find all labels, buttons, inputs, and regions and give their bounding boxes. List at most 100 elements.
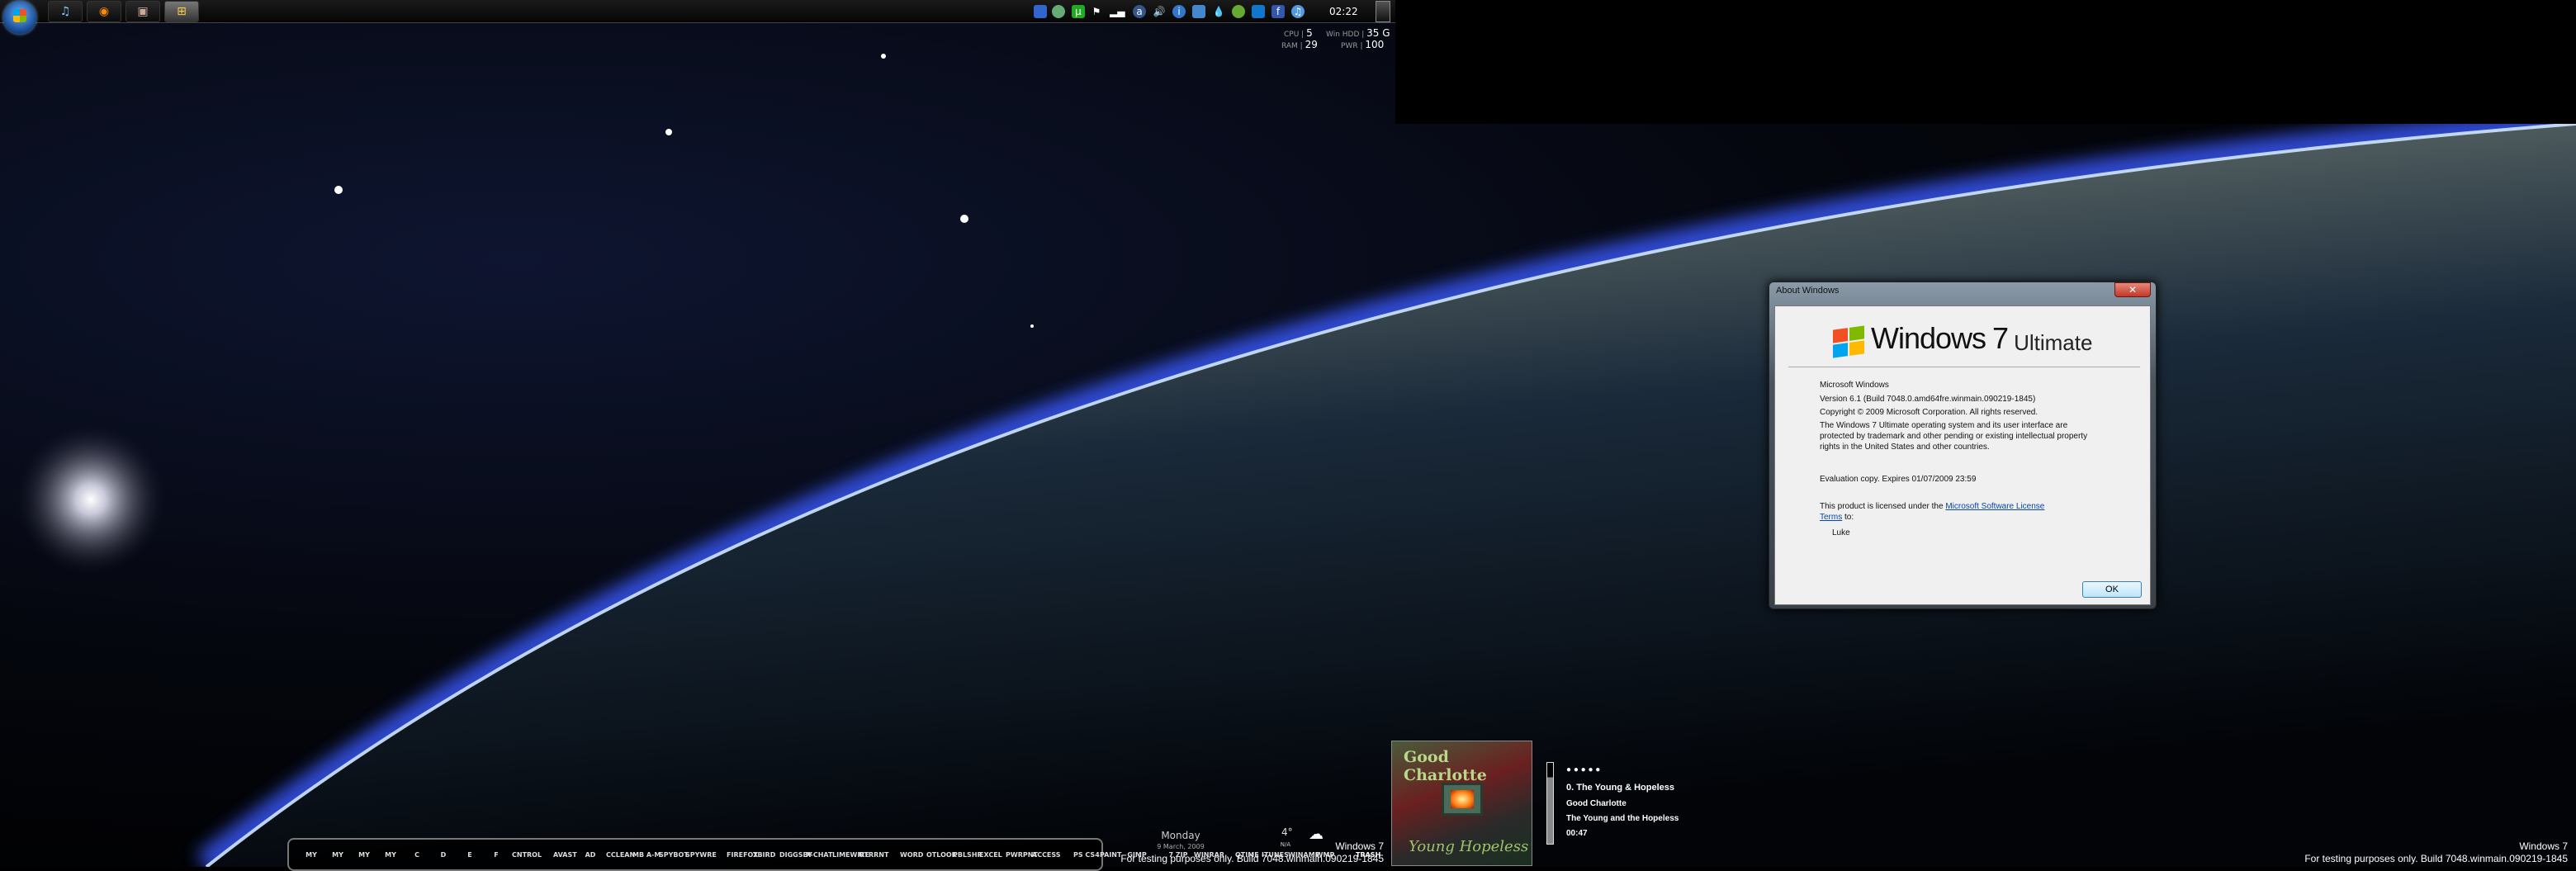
version: Version 6.1 (Build 7048.0.amd64fre.winma… [1820, 395, 2036, 404]
rating-stars[interactable]: ● ● ● ● ● [1566, 765, 1600, 774]
dock-item[interactable]: E [459, 851, 481, 859]
partly-cloudy-icon: ☁ [1309, 826, 1324, 843]
dock-item[interactable]: UTRRNT [859, 851, 888, 859]
dock-item[interactable]: PAINT [1100, 851, 1121, 859]
windows-icon: ⊞ [177, 5, 187, 18]
weather-temp: 4° [1281, 826, 1293, 838]
taskbar-picture[interactable]: ▣ [125, 1, 160, 22]
action-center-flag-icon[interactable]: ⚑ [1090, 5, 1103, 18]
dock-item[interactable]: SPYWRE [685, 851, 717, 859]
picture-icon: ▣ [137, 5, 149, 18]
dock-item[interactable]: OTLOOK [926, 851, 957, 859]
volume-slider[interactable] [1546, 762, 1554, 845]
album-art-band: Good Charlotte [1404, 748, 1487, 784]
show-desktop-button[interactable] [1376, 1, 1390, 22]
dock-item[interactable]: MY [353, 851, 375, 859]
dock-item[interactable]: D [433, 851, 454, 859]
product-name: Microsoft Windows [1820, 381, 1889, 390]
track-time: 00:47 [1566, 829, 1588, 838]
firefox-icon: ◉ [98, 5, 110, 18]
dock-item[interactable]: MB A-M [632, 851, 661, 859]
dock-item[interactable]: AVAST [553, 851, 577, 859]
watermark-build-2: For testing purposes only. Build 7048.wi… [2304, 853, 2568, 864]
logo-windows: Windows [1871, 321, 1986, 355]
copyright: Copyright © 2009 Microsoft Corporation. … [1820, 408, 2039, 417]
water-drop-icon[interactable]: 💧 [1212, 5, 1225, 18]
tv-graphic [1442, 783, 1483, 816]
dock-item[interactable]: TBIRD [753, 851, 775, 859]
dock-item[interactable]: WORD [900, 851, 923, 859]
dock-item[interactable]: FIREFOX [727, 851, 758, 859]
dock-item[interactable]: PBLSHR [953, 851, 983, 859]
start-button[interactable] [3, 1, 36, 34]
utorrent-icon[interactable]: µ [1072, 5, 1085, 18]
watermark-title: Windows 7 [1335, 840, 1384, 852]
license-line: This product is licensed under the Micro… [1820, 502, 2044, 511]
taskbar: ♫ ◉ ▣ ⊞ µ ⚑ ▂▄ a 🔊 i 💧 f ♫ 02:22 [0, 0, 1395, 34]
license-text: This product is licensed under the [1820, 502, 1946, 511]
evaluation-expiry: Evaluation copy. Expires 01/07/2009 23:5… [1820, 475, 1977, 484]
windows-7-logo: Windows 7 Ultimate [1833, 321, 2093, 358]
watermark-build: For testing purposes only. Build 7048.wi… [1120, 853, 1384, 864]
hdd-stat: Win HDD | 35 G [1326, 27, 1390, 39]
game-icon[interactable] [1232, 5, 1245, 18]
dock-item[interactable]: F [485, 851, 507, 859]
license-link[interactable]: Microsoft Software License [1945, 502, 2044, 511]
info-icon[interactable]: i [1172, 5, 1186, 18]
ram-stat: RAM | 29 [1281, 39, 1318, 50]
dock-item[interactable]: MY [380, 851, 401, 859]
track-title: 0. The Young & Hopeless [1566, 783, 1675, 793]
logo-edition: Ultimate [2014, 330, 2093, 355]
dock-item[interactable]: ACCESS [1032, 851, 1061, 859]
cpu-stat: CPU | 5 [1284, 27, 1313, 39]
license-line-2: Terms to: [1820, 513, 1854, 522]
album-art-title: Young Hopeless [1409, 838, 1529, 855]
licensed-user: Luke [1832, 528, 1850, 537]
network-window-icon[interactable] [1034, 5, 1047, 18]
license-terms-link[interactable]: Terms [1820, 513, 1842, 522]
taskbar-itunes[interactable]: ♫ [48, 1, 83, 22]
display-icon[interactable] [1192, 5, 1205, 18]
dock-item[interactable]: CCLEAN [606, 851, 635, 859]
dock-item[interactable]: PWRPNT [1006, 851, 1038, 859]
watermark-title-2: Windows 7 [2519, 840, 2568, 852]
dock-item[interactable]: LIMEWIRE [832, 851, 869, 859]
dock-item[interactable]: X-CHAT [806, 851, 832, 859]
taskbar-firefox[interactable]: ◉ [87, 1, 121, 22]
desktop-wallpaper [0, 0, 2576, 867]
dock-item[interactable]: SPYBOT [659, 851, 689, 859]
date-full: 9 March, 2009 [1157, 843, 1205, 850]
pwr-stat: PWR | 100 [1341, 39, 1385, 50]
itunes-tray-icon[interactable]: ♫ [1291, 5, 1305, 18]
track-album: The Young and the Hopeless [1566, 814, 1679, 823]
dock-item[interactable]: MY [327, 851, 348, 859]
myspace-icon[interactable] [1252, 5, 1265, 18]
clock[interactable]: 02:22 [1329, 6, 1358, 17]
dock-item[interactable]: EXCEL [979, 851, 1002, 859]
date-day: Monday [1161, 830, 1200, 841]
windows-logo-icon [13, 9, 26, 22]
dock-item[interactable]: AD [580, 851, 601, 859]
dock-item[interactable]: MY [301, 851, 322, 859]
dock-item[interactable]: CNTROL [512, 851, 542, 859]
dialog-title: About Windows [1776, 286, 1840, 296]
application-dock: MY MY MY MY C D E F CNTROL AVAST AD CCLEAN MB A-M SPY… [287, 838, 1380, 871]
facebook-icon[interactable]: f [1271, 5, 1285, 18]
dock-item[interactable]: C [406, 851, 428, 859]
secondary-monitor-empty-area [1395, 0, 2576, 124]
signal-bars-icon[interactable]: ▂▄ [1110, 5, 1125, 18]
taskbar-explorer[interactable]: ⊞ [164, 1, 199, 22]
dialog-body: Windows 7 Ultimate Microsoft Windows Ver… [1774, 305, 2151, 605]
volume-icon[interactable]: 🔊 [1153, 5, 1166, 18]
track-artist: Good Charlotte [1566, 799, 1627, 808]
dock-item[interactable]: DIGGSBY [779, 851, 812, 859]
ok-button[interactable]: OK [2082, 581, 2142, 598]
license-to-text: to: [1842, 513, 1854, 522]
dock-item[interactable]: PS CS4 [1073, 851, 1100, 859]
album-art: Good Charlotte Young Hopeless [1391, 741, 1532, 866]
security-shield-icon[interactable] [1052, 5, 1065, 18]
legal-line-3: rights in the United States and other co… [1820, 443, 1990, 452]
avast-icon[interactable]: a [1133, 5, 1146, 18]
windows-flag-icon [1833, 325, 1864, 358]
close-button[interactable]: ✕ [2114, 282, 2151, 297]
